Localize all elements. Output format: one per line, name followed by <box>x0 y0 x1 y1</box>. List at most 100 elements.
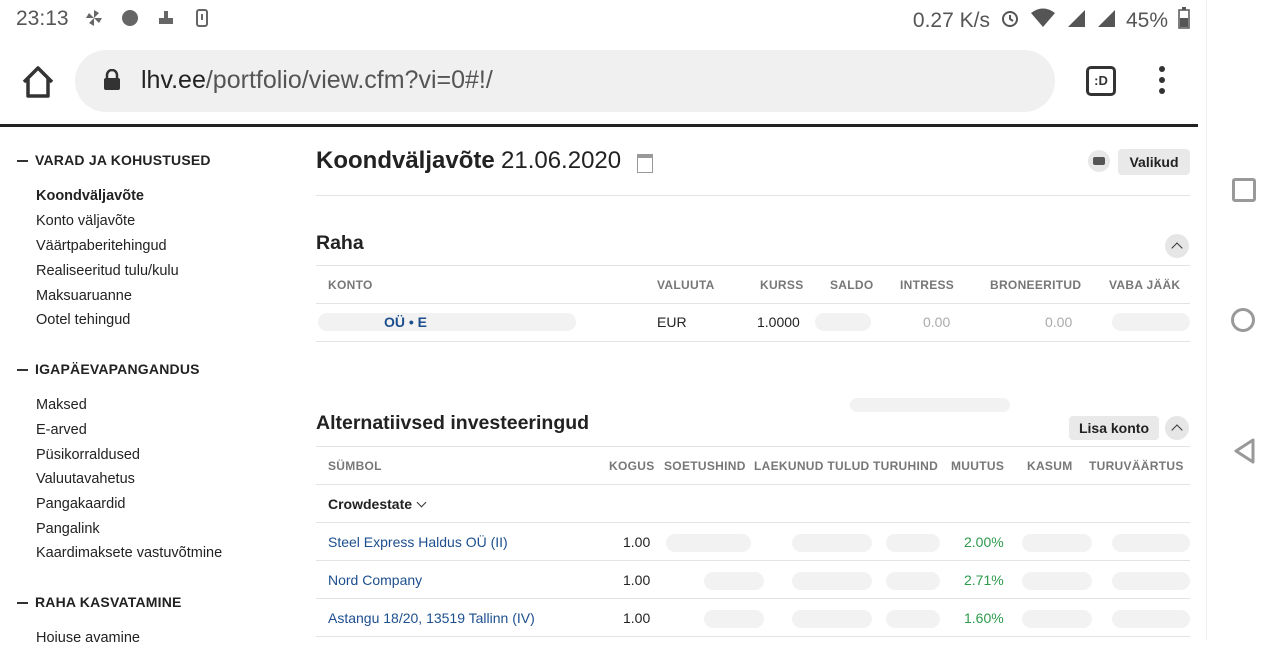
menu-button[interactable] <box>1152 66 1172 98</box>
recents-button[interactable] <box>1232 178 1256 202</box>
row-name-link[interactable]: Steel Express Haldus OÜ (II) <box>328 534 508 550</box>
print-button[interactable] <box>1088 150 1110 172</box>
redacted-value <box>1112 610 1190 628</box>
messenger-icon <box>120 8 142 28</box>
sidebar-item-konto-valjavote[interactable]: Konto väljavõte <box>36 213 135 229</box>
col-broneeritud: BRONEERITUD <box>990 278 1082 292</box>
download-icon <box>192 8 214 28</box>
redacted-saldo <box>815 313 871 331</box>
reserved: 0.00 <box>1045 314 1073 330</box>
sidebar-item-pangalink[interactable]: Pangalink <box>36 521 100 537</box>
alt-collapse-button[interactable] <box>1165 416 1189 440</box>
sidebar-item-kaardimaksete[interactable]: Kaardimaksete vastuvõtmine <box>36 545 222 561</box>
sidebar-item-e-arved[interactable]: E-arved <box>36 422 87 438</box>
signal-icon-2 <box>1096 8 1116 34</box>
network-speed: 0.27 K/s <box>912 9 990 32</box>
redacted-value <box>886 534 940 552</box>
status-time: 23:13 <box>16 7 69 30</box>
redacted-value <box>886 610 940 628</box>
sidebar-item-pusikorraldused[interactable]: Püsikorraldused <box>36 447 140 463</box>
redacted-value <box>704 610 764 628</box>
browser-toolbar: lhv.ee/portfolio/view.cfm?vi=0#!/ :D <box>0 38 1206 124</box>
url-text: lhv.ee/portfolio/view.cfm?vi=0#!/ <box>141 66 493 95</box>
redacted-value <box>792 610 872 628</box>
redacted-text <box>318 313 576 331</box>
col-kurss: KURSS <box>760 278 804 292</box>
redacted-value <box>1112 534 1190 552</box>
divider <box>316 484 1190 485</box>
fan-icon <box>84 8 106 28</box>
divider <box>316 598 1190 599</box>
page-title: Koondväljavõte <box>316 147 495 174</box>
col-muutus: MUUTUS <box>951 459 1005 473</box>
home-nav-button[interactable] <box>1231 308 1255 332</box>
redacted-value <box>886 572 940 590</box>
toolbar-divider <box>0 124 1198 127</box>
status-bar: 23:13 0.27 K/s 45% <box>0 0 1206 38</box>
signal-icon <box>1066 8 1086 34</box>
back-button[interactable] <box>1233 438 1255 464</box>
row-muutus: 2.00% <box>964 534 1004 550</box>
col-turuvaartus: TURUVÄÄRTUS <box>1089 459 1184 473</box>
account-link[interactable]: OÜ • E <box>384 314 427 330</box>
sidebar-item-maksed[interactable]: Maksed <box>36 397 87 413</box>
raha-title: Raha <box>316 232 364 254</box>
sidebar-item-realiseeritud[interactable]: Realiseeritud tulu/kulu <box>36 263 179 279</box>
sidebar-item-vaartpaberitehingud[interactable]: Väärtpaberitehingud <box>36 238 167 254</box>
col-kogus: KOGUS <box>609 459 655 473</box>
section-title: RAHA KASVATAMINE <box>35 594 182 610</box>
sidebar-item-hoiuse-avamine[interactable]: Hoiuse avamine <box>36 630 140 646</box>
sidebar-item-pangakaardid[interactable]: Pangakaardid <box>36 496 126 512</box>
valikud-button[interactable]: Valikud <box>1118 149 1190 175</box>
divider <box>316 195 1190 196</box>
chevron-down-icon <box>416 497 427 508</box>
row-name-link[interactable]: Astangu 18/20, 13519 Tallinn (IV) <box>328 610 535 626</box>
row-name-link[interactable]: Nord Company <box>328 572 422 588</box>
home-icon <box>22 66 54 98</box>
alarm-icon <box>1000 8 1020 34</box>
url-bar[interactable]: lhv.ee/portfolio/view.cfm?vi=0#!/ <box>75 50 1055 112</box>
divider <box>316 446 1190 447</box>
redacted-value <box>1022 572 1092 590</box>
android-nav-bar <box>1206 0 1280 640</box>
rate: 1.0000 <box>757 314 800 330</box>
redacted-text <box>850 398 1010 412</box>
sidebar-item-koondvaljavote[interactable]: Koondväljavõte <box>36 188 144 204</box>
sidebar-section-igapaeva[interactable]: IGAPÄEVAPANGANDUS <box>17 361 200 377</box>
sidebar-item-valuutavahetus[interactable]: Valuutavahetus <box>36 471 135 487</box>
raha-collapse-button[interactable] <box>1165 234 1189 258</box>
redacted-value <box>1022 610 1092 628</box>
col-turuhind: TURUHIND <box>873 459 939 473</box>
section-title: IGAPÄEVAPANGANDUS <box>35 361 200 377</box>
redacted-value <box>704 572 764 590</box>
sidebar-section-raha-kasvatamine[interactable]: RAHA KASVATAMINE <box>17 594 182 610</box>
tabs-button[interactable]: :D <box>1086 66 1116 96</box>
col-soetushind: SOETUSHIND <box>664 459 746 473</box>
row-kogus: 1.00 <box>623 534 651 550</box>
col-intress: INTRESS <box>900 278 955 292</box>
col-vaba-jaak: VABA JÄÄK <box>1109 278 1181 292</box>
row-kogus: 1.00 <box>623 610 651 626</box>
col-valuuta: VALUUTA <box>657 278 715 292</box>
sidebar-section-varad[interactable]: VARAD JA KOHUSTUSED <box>17 152 211 168</box>
home-button[interactable] <box>18 62 58 102</box>
row-muutus: 1.60% <box>964 610 1004 626</box>
statement-date[interactable]: 21.06.2020 <box>501 147 621 175</box>
redacted-value <box>1112 572 1190 590</box>
redacted-value <box>1022 534 1092 552</box>
group-crowdestate[interactable]: Crowdestate <box>328 496 427 512</box>
col-konto: KONTO <box>328 278 373 292</box>
url-path: /portfolio/view.cfm?vi=0#!/ <box>205 66 493 94</box>
divider <box>316 522 1190 523</box>
redacted-value <box>792 572 872 590</box>
lock-icon <box>104 69 120 90</box>
col-laekunud: LAEKUNUD TULUD <box>754 459 870 473</box>
group-label: Crowdestate <box>328 496 413 512</box>
sidebar-item-ootel-tehingud[interactable]: Ootel tehingud <box>36 312 130 328</box>
calendar-icon[interactable] <box>637 154 653 173</box>
divider <box>316 636 1190 637</box>
sidebar-item-maksuaruanne[interactable]: Maksuaruanne <box>36 288 132 304</box>
alt-title: Alternatiivsed investeeringud <box>316 412 590 434</box>
section-title: VARAD JA KOHUSTUSED <box>35 152 211 168</box>
lisa-konto-button[interactable]: Lisa konto <box>1069 416 1159 440</box>
